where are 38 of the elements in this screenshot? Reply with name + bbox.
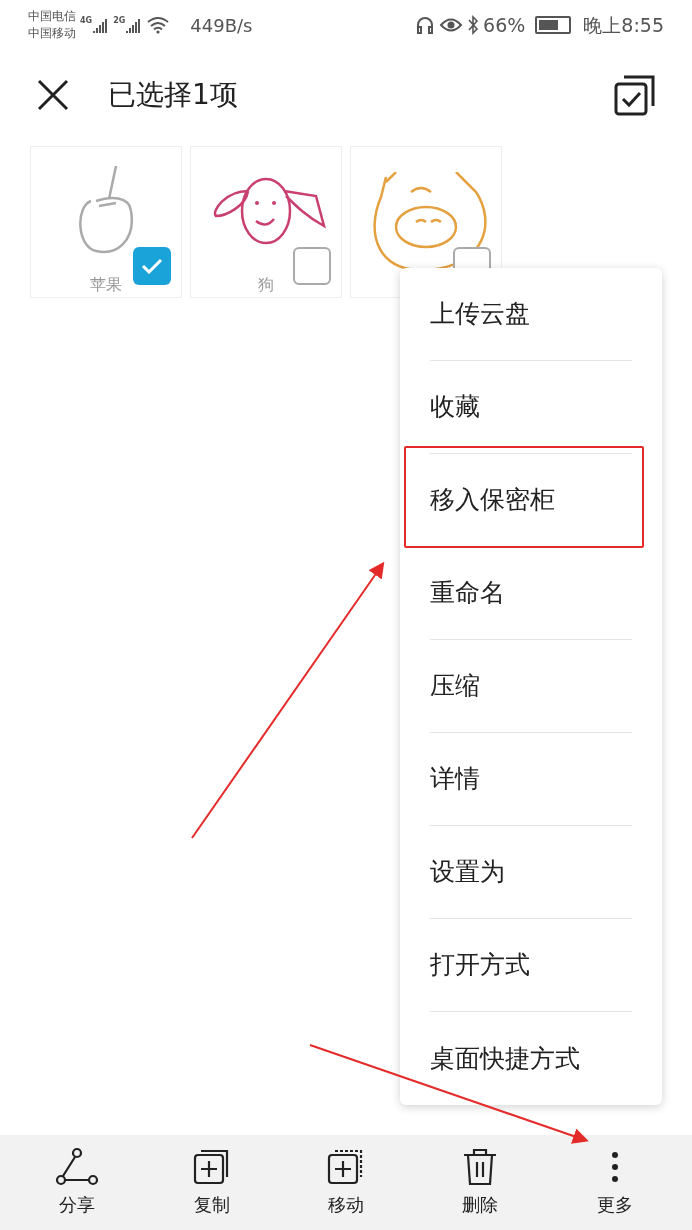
menu-item[interactable]: 设置为 [430,853,505,891]
menu-item[interactable]: 详情 [430,760,480,798]
close-icon[interactable] [36,78,70,112]
carrier-name: 中国移动 [28,25,76,42]
checkbox[interactable] [133,247,171,285]
toolbar-button[interactable]: 删除 [430,1147,531,1218]
time: 晚上8:55 [583,12,664,38]
bluetooth-icon [467,15,480,35]
menu-item[interactable]: 上传云盘 [430,295,530,333]
network-speed: 449B/s [190,13,253,38]
network-type: 2G [113,17,126,25]
toolbar-button[interactable]: 分享 [27,1147,128,1218]
menu-item[interactable]: 桌面快捷方式 [430,1039,580,1078]
file-name: 狗 [258,275,274,295]
share-icon [55,1147,100,1187]
checkbox[interactable] [293,247,331,285]
select-all-icon[interactable] [614,74,656,116]
headset-icon [415,15,436,35]
battery-icon [535,16,572,34]
eye-icon [439,16,464,34]
menu-item[interactable]: 移入保密柜 [430,481,555,519]
more-icon [611,1152,618,1182]
signal-icon [126,17,143,33]
signal-icon [93,17,110,33]
menu-item[interactable]: 打开方式 [430,946,530,984]
menu-item[interactable]: 压缩 [430,667,480,705]
toolbar-button[interactable]: 复制 [161,1147,262,1218]
menu-item[interactable]: 重命名 [430,574,505,612]
wifi-icon [146,16,171,34]
toolbar-button[interactable]: 移动 [295,1147,396,1218]
selection-title: 已选择1项 [108,77,238,113]
carrier-name: 中国电信 [28,8,76,25]
file-name: 苹果 [90,275,122,295]
network-type: 4G [80,17,93,25]
toolbar-button[interactable]: 更多 [564,1147,665,1218]
battery-percent: 66% [483,12,526,38]
menu-item[interactable]: 收藏 [430,388,480,426]
check-icon [141,258,163,274]
